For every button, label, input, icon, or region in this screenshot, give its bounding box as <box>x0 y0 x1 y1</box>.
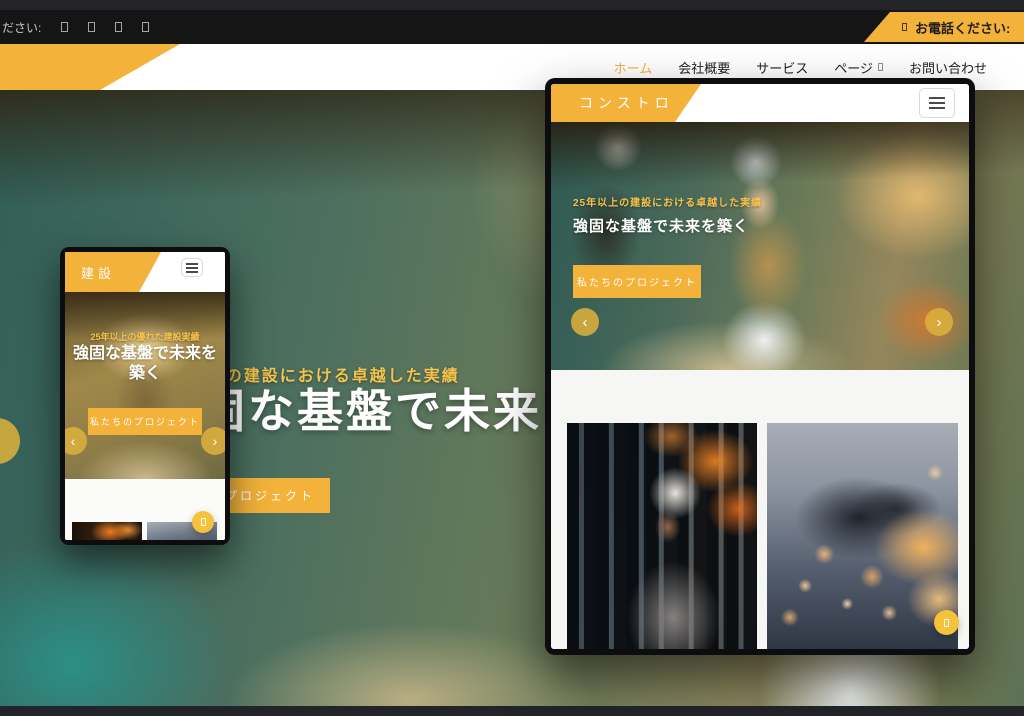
phone-logo-text: 建設 <box>81 263 115 282</box>
tablet-logo-text: コンストロ <box>579 93 674 113</box>
phone-icon <box>902 23 907 31</box>
nav-item-about-label: 会社概要 <box>678 58 730 77</box>
topbar-follow-area: ださい: <box>2 10 149 44</box>
tablet-scroll-top-button[interactable] <box>934 610 959 635</box>
phone-carousel-prev-button[interactable]: ‹ <box>65 427 87 455</box>
hamburger-icon <box>929 97 945 109</box>
tablet-hero-title: 強固な基盤で未来を築く <box>573 215 749 236</box>
worker-portrait-photo[interactable] <box>567 423 757 649</box>
phone-cta-label: お電話ください: <box>915 18 1010 37</box>
phone-scroll-top-button[interactable] <box>192 511 214 533</box>
screenshot-canvas: ださい: お電話ください: コンストロ ホーム 会社概要 <box>0 0 1024 716</box>
tablet-projects-button[interactable]: 私たちのプロジェクト <box>573 265 701 298</box>
tablet-carousel-next-button[interactable]: › <box>925 308 953 336</box>
tablet-header: コンストロ <box>551 84 969 122</box>
tablet-logo[interactable]: コンストロ <box>551 84 701 122</box>
nav-item-contact-label: お問い合わせ <box>909 58 987 77</box>
tablet-hamburger-button[interactable] <box>919 88 955 118</box>
phone-screen: 建設 25年以上の優れた建設実績 強固な基盤で未来を 築く 私たちのプロジェクト… <box>65 252 225 540</box>
topbar-follow-text: ださい: <box>2 19 41 36</box>
nav-item-services-label: サービス <box>756 58 808 77</box>
nav-item-home[interactable]: ホーム <box>614 58 653 77</box>
social-icon-4[interactable] <box>142 22 149 32</box>
tablet-content-section <box>551 370 969 649</box>
social-icon-2[interactable] <box>88 22 95 32</box>
desktop-carousel-prev-button[interactable]: ‹ <box>0 418 20 464</box>
nav-item-about[interactable]: 会社概要 <box>678 58 730 77</box>
phone-hero-title-line2: 築く <box>129 365 161 382</box>
phone-carousel-next-button[interactable]: › <box>201 427 225 455</box>
phone-hero-title: 強固な基盤で未来を 築く <box>65 344 225 384</box>
nav-item-home-label: ホーム <box>614 58 653 77</box>
phone-projects-button[interactable]: 私たちのプロジェクト <box>88 408 202 435</box>
phone-logo[interactable]: 建設 <box>65 252 161 292</box>
nav-item-pages-label: ページ <box>834 58 873 77</box>
chevron-down-icon <box>878 63 883 71</box>
phone-header: 建設 <box>65 252 225 292</box>
tablet-screen: コンストロ 25年以上の建設における卓越した実績 強固な基盤で未来を築く 私たち… <box>551 84 969 649</box>
hamburger-icon <box>186 263 198 273</box>
phone-hero: 25年以上の優れた建設実績 強固な基盤で未来を 築く 私たちのプロジェクト ‹ … <box>65 292 225 479</box>
phone-content-section <box>65 479 225 540</box>
phone-hero-title-line1: 強固な基盤で未来を <box>73 345 217 362</box>
desktop-logo-text: コンストロ <box>0 57 5 77</box>
tablet-hero: 25年以上の建設における卓越した実績 強固な基盤で未来を築く 私たちのプロジェク… <box>551 122 969 370</box>
tablet-mockup: コンストロ 25年以上の建設における卓越した実績 強固な基盤で未来を築く 私たち… <box>545 78 975 655</box>
arrow-up-icon <box>944 619 949 627</box>
nav-item-pages[interactable]: ページ <box>834 58 883 77</box>
nav-item-services[interactable]: サービス <box>756 58 808 77</box>
tablet-hero-subtitle: 25年以上の建設における卓越した実績 <box>573 194 762 209</box>
grinder-sparks-photo[interactable] <box>767 423 958 649</box>
desktop-topbar: ださい: お電話ください: <box>0 10 1024 44</box>
desktop-logo[interactable]: コンストロ <box>0 44 180 90</box>
tablet-carousel-prev-button[interactable]: ‹ <box>571 308 599 336</box>
phone-gallery-photo-1[interactable] <box>72 522 142 540</box>
social-icon-3[interactable] <box>115 22 122 32</box>
nav-item-contact[interactable]: お問い合わせ <box>909 58 987 77</box>
phone-hero-subtitle: 25年以上の優れた建設実績 <box>65 330 225 343</box>
arrow-up-icon <box>201 518 206 526</box>
phone-cta-banner[interactable]: お電話ください: <box>864 12 1024 42</box>
social-icon-1[interactable] <box>61 22 68 32</box>
phone-hamburger-button[interactable] <box>181 258 203 277</box>
phone-mockup: 建設 25年以上の優れた建設実績 強固な基盤で未来を 築く 私たちのプロジェクト… <box>60 247 230 545</box>
